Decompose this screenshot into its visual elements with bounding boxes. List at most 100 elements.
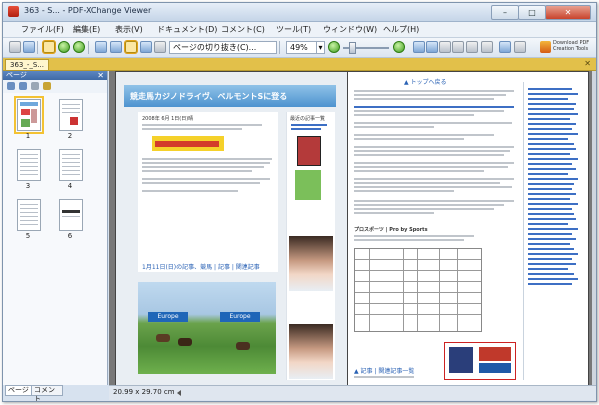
hand-tool-icon[interactable]: [42, 40, 56, 54]
tab-comments[interactable]: コメント: [31, 385, 63, 401]
table-title: プロスポーツ | Pro by Sports: [354, 227, 428, 233]
close-button[interactable]: ✕: [545, 5, 591, 20]
crop-pages-button[interactable]: ページの切り抜き(C)...: [169, 41, 277, 54]
zoom-dropdown-button[interactable]: ▾: [316, 41, 325, 54]
two-page-view-icon[interactable]: [124, 40, 138, 54]
thumbnail-settings-icon[interactable]: [43, 82, 51, 90]
blog-sidebar: 最近の記事一覧: [286, 112, 335, 380]
race-results-table: [354, 248, 482, 332]
race-banner-left: Europe: [148, 312, 188, 322]
logo-line-2: Creation Tools: [553, 46, 589, 52]
page-thumbnail-4[interactable]: [59, 149, 83, 181]
rotate-right-icon[interactable]: [73, 41, 85, 53]
tab-pages[interactable]: ページ: [5, 385, 32, 396]
horse-shape: [156, 334, 170, 342]
thumbnail-list: 1 2 3 4 5 6: [3, 93, 107, 385]
app-window: 363 - S... - PDF-XChange Viewer – □ ✕ ファ…: [2, 2, 597, 402]
crop-icon[interactable]: [154, 41, 166, 53]
app-icon: [8, 6, 19, 17]
left-panel-tabs: ページ コメント: [3, 385, 63, 401]
last-page-icon[interactable]: [452, 41, 464, 53]
rotate-left-icon[interactable]: [58, 41, 70, 53]
page-thumbnail-1[interactable]: [14, 96, 44, 134]
blog-article: 2008年 6月 1日(日)晴 1月11日(日)の記事、競馬 | 記事 | 関連…: [138, 112, 278, 272]
properties-icon[interactable]: [499, 41, 511, 53]
zoom-in-icon[interactable]: [393, 41, 405, 53]
zoom-input[interactable]: 49%: [286, 41, 318, 54]
menu-tools[interactable]: ツール(T): [276, 24, 311, 35]
page-thumbnail-2[interactable]: [59, 99, 83, 131]
maximize-button[interactable]: □: [518, 5, 546, 20]
post-date: 2008年 6月 1日(日)晴: [142, 116, 194, 122]
page-thumbnail-label: 4: [67, 182, 73, 190]
pdf-xchange-logo-icon: [540, 41, 551, 53]
document-tab-bar: 363_-_S... ✕: [3, 58, 596, 71]
main-toolbar: ページの切り抜き(C)... 49% ▾ Download PDF Creati…: [3, 38, 596, 58]
right-sidebar-links: [523, 82, 582, 380]
page-thumbnail-label: 1: [25, 132, 31, 140]
document-view[interactable]: 競走馬カジノドライヴ、ベルモントSに登る 2008年 6月 1日(日)晴 1月1…: [109, 71, 596, 387]
scroll-left-icon[interactable]: [177, 390, 181, 396]
previous-page-icon[interactable]: [426, 41, 438, 53]
fit-page-icon[interactable]: [95, 41, 107, 53]
zoom-thumbnails-out-icon[interactable]: [19, 82, 27, 90]
menu-document[interactable]: ドキュメント(D): [157, 24, 217, 35]
next-page-icon[interactable]: [439, 41, 451, 53]
sidebar-photo-2: [289, 324, 333, 379]
zoom-out-icon[interactable]: [328, 41, 340, 53]
sidebar-title: 最近の記事一覧: [290, 116, 326, 122]
page-thumbnail-label: 2: [67, 132, 73, 140]
settings-icon[interactable]: [514, 41, 526, 53]
vertical-scrollbar[interactable]: [592, 71, 596, 385]
fit-width-icon[interactable]: [110, 41, 122, 53]
back-icon[interactable]: [466, 41, 478, 53]
document-page-left: 競走馬カジノドライヴ、ベルモントSに登る 2008年 6月 1日(日)晴 1月1…: [115, 71, 349, 387]
blog-header-banner: 競走馬カジノドライヴ、ベルモントSに登る: [124, 85, 336, 107]
sidebar-photo-1: [289, 236, 333, 291]
zoom-slider-thumb[interactable]: [349, 42, 356, 54]
sidebar-game-image: [295, 170, 321, 200]
blog-title: 競走馬カジノドライヴ、ベルモントSに登る: [130, 92, 288, 101]
menu-comment[interactable]: コメント(C): [221, 24, 265, 35]
horse-shape: [236, 342, 250, 350]
forward-icon[interactable]: [481, 41, 493, 53]
horse-race-photo: Europe Europe: [138, 282, 276, 374]
embedded-ad-image: [444, 342, 516, 380]
menu-view[interactable]: 表示(V): [115, 24, 143, 35]
page-thumbnail-6[interactable]: [59, 199, 83, 231]
menu-bar: ファイル(F) 編集(E) 表示(V) ドキュメント(D) コメント(C) ツー…: [3, 22, 596, 38]
toolbar-separator: [279, 41, 280, 54]
pages-panel-title: ページ: [6, 71, 27, 79]
minimize-button[interactable]: –: [491, 5, 519, 20]
document-tab[interactable]: 363_-_S...: [5, 59, 50, 70]
page-thumbnail-3[interactable]: [17, 149, 41, 181]
menu-file[interactable]: ファイル(F): [21, 24, 64, 35]
close-panel-icon[interactable]: ✕: [97, 71, 104, 80]
thumbnail-options-icon[interactable]: [31, 82, 39, 90]
first-page-icon[interactable]: [413, 41, 425, 53]
footer-link: ▲ 記事 | 関連記事一覧: [354, 368, 415, 375]
window-title: 363 - S... - PDF-XChange Viewer: [24, 6, 152, 15]
status-bar: 20.99 x 29.70 cm: [109, 385, 596, 400]
menu-window[interactable]: ウィンドウ(W): [323, 24, 377, 35]
snapshot-icon[interactable]: [140, 41, 152, 53]
sidebar-ad-image: [297, 136, 321, 166]
top-link: ▲ トップへ戻る: [404, 79, 447, 86]
save-icon[interactable]: [23, 41, 35, 53]
zoom-thumbnails-in-icon[interactable]: [7, 82, 15, 90]
close-document-tab-icon[interactable]: ✕: [584, 59, 591, 68]
toolbar-separator: [88, 41, 89, 54]
pages-panel-toolbar: [3, 81, 107, 92]
horse-shape: [178, 338, 192, 346]
page-thumbnail-label: 5: [25, 232, 31, 240]
open-icon[interactable]: [9, 41, 21, 53]
page-thumbnail-5[interactable]: [17, 199, 41, 231]
title-bar: 363 - S... - PDF-XChange Viewer – □ ✕: [3, 3, 596, 22]
menu-edit[interactable]: 編集(E): [73, 24, 100, 35]
menu-help[interactable]: ヘルプ(H): [383, 24, 419, 35]
page-thumbnail-label: 3: [25, 182, 31, 190]
page-size-readout: 20.99 x 29.70 cm: [113, 388, 175, 396]
pages-panel-header: ページ ✕: [3, 71, 107, 80]
download-pdf-tools-logo[interactable]: Download PDF Creation Tools: [540, 40, 592, 55]
document-page-right: ▲ トップへ戻る プロスポーツ | Pro by Sports ▲ 記事 | 関…: [347, 71, 589, 387]
